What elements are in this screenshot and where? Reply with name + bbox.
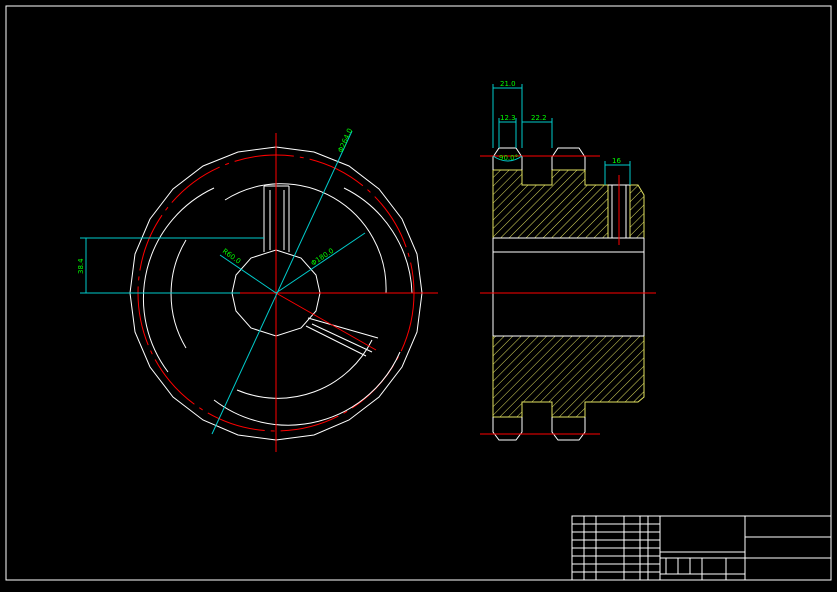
lower-section-hatch xyxy=(492,335,645,418)
cad-drawing-canvas: Φ264.0 Φ180.0 R60.0 38.4 21.0 12.3 22.2 … xyxy=(5,5,832,581)
title-block-grid-left xyxy=(572,516,660,580)
dim-tooth-width: 21.0 xyxy=(500,80,516,88)
dim-outer-diameter: Φ264.0 xyxy=(337,127,355,154)
dim-line-outer-diameter xyxy=(211,130,353,435)
side-view: 21.0 12.3 22.2 90.0° 16 xyxy=(480,80,656,441)
dim-line-tooth-gap xyxy=(498,118,517,148)
dim-root-angle: 90.0° xyxy=(499,154,518,162)
tooth-bottom-right xyxy=(551,417,586,441)
spoke-slot xyxy=(305,317,379,357)
dim-rim-width: 16 xyxy=(612,157,621,165)
dim-pitch-diameter: Φ180.0 xyxy=(310,247,336,268)
front-centerline-angled xyxy=(275,292,377,351)
bore-outline xyxy=(492,237,645,337)
dim-tooth-gap: 12.3 xyxy=(500,114,516,122)
dim-line-tooth-pitch xyxy=(522,118,553,148)
title-block xyxy=(571,515,832,581)
inner-rim-arc-1 xyxy=(142,187,215,373)
title-block-grid-mid xyxy=(660,558,745,580)
upper-rim-hatch xyxy=(629,184,645,239)
upper-section-hatch xyxy=(492,169,609,239)
inner-rim-arc-3 xyxy=(213,351,401,426)
front-view: Φ264.0 Φ180.0 R60.0 38.4 xyxy=(77,127,438,452)
dim-keyway-height: 38.4 xyxy=(77,258,85,274)
web-arc-3 xyxy=(170,239,187,349)
dim-tooth-pitch: 22.2 xyxy=(531,114,547,122)
tooth-top-right xyxy=(551,147,586,170)
tooth-bottom-left xyxy=(492,417,523,441)
